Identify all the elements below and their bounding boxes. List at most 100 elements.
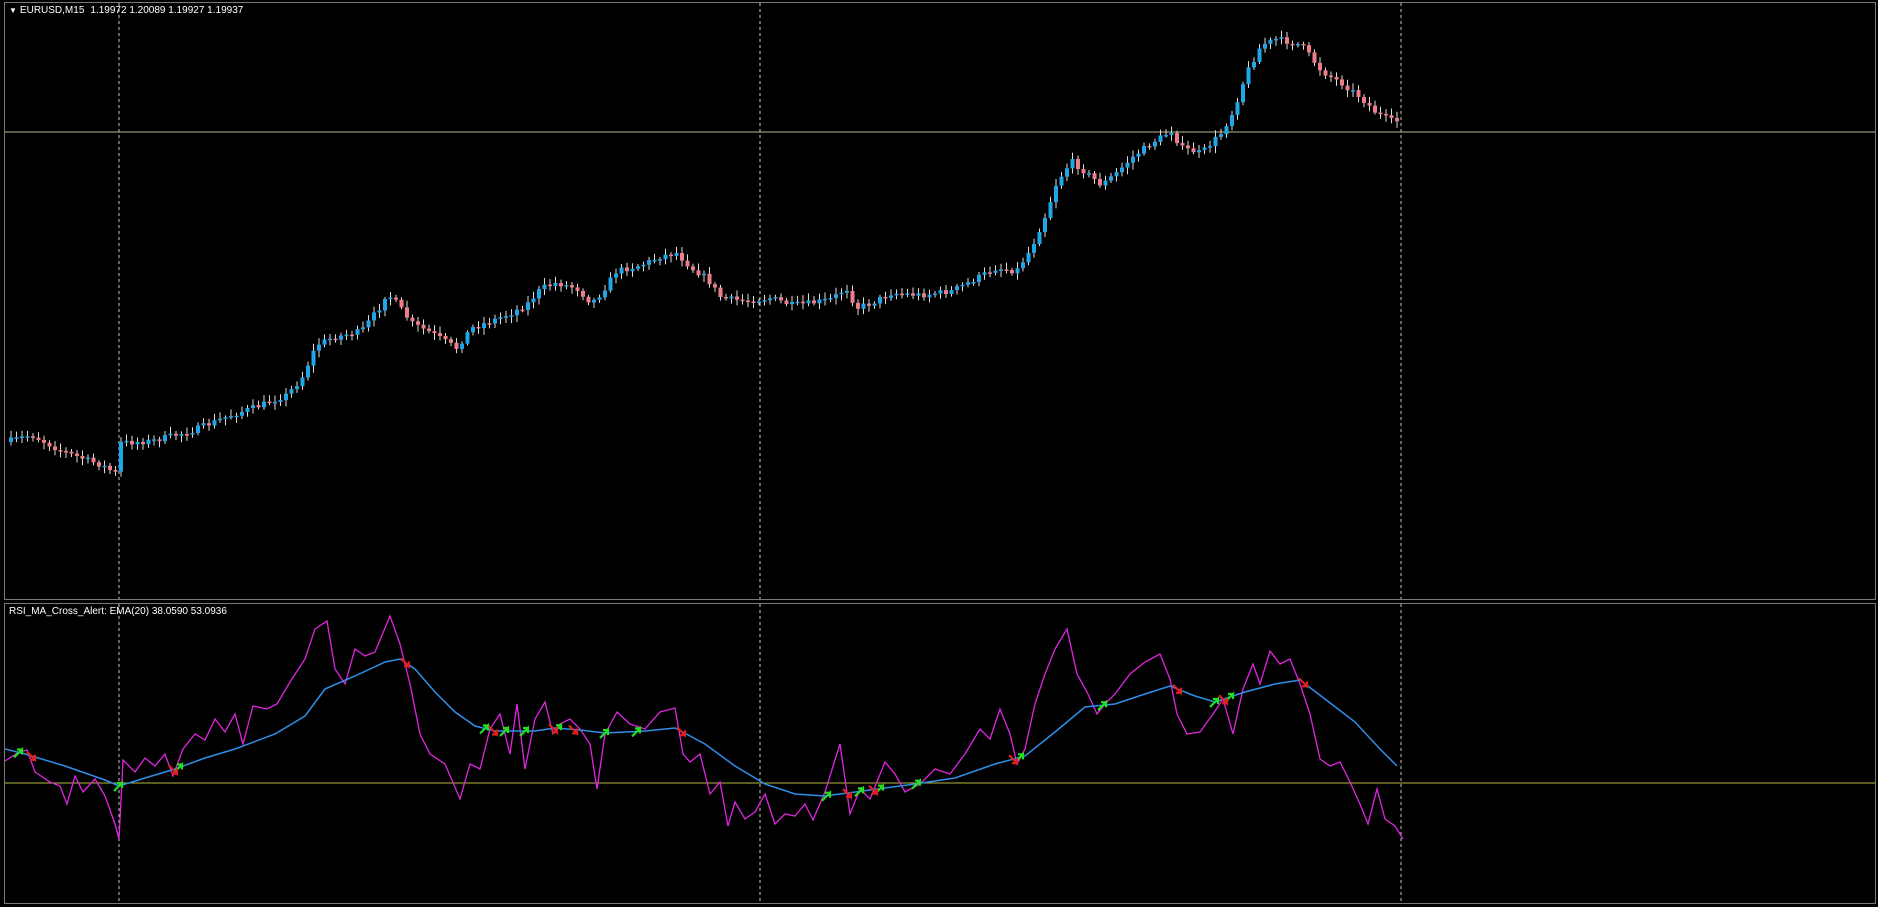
candle (575, 283, 580, 297)
candle (1224, 123, 1229, 138)
candle (1202, 144, 1207, 155)
candle (64, 447, 68, 458)
candle (658, 256, 662, 266)
candle (1323, 67, 1328, 79)
triangle-down-icon[interactable]: ▼ (9, 5, 17, 17)
candle-body (1164, 135, 1168, 137)
candle-body (559, 282, 563, 287)
candle-body (669, 254, 673, 257)
indicator-canvas[interactable] (5, 604, 1876, 904)
candle-body (1252, 61, 1256, 68)
chart-window[interactable]: ▼ EURUSD,M15 1.19972 1.20089 1.19927 1.199… (0, 0, 1878, 907)
candle (564, 281, 569, 290)
candle (377, 303, 382, 318)
candle-body (1285, 37, 1289, 44)
candle (1252, 57, 1256, 71)
candle (273, 395, 277, 410)
candle (1285, 31, 1289, 50)
candle-body (58, 450, 63, 452)
candle (42, 435, 46, 450)
candle (1076, 155, 1080, 175)
candle (1164, 129, 1168, 138)
candle (509, 309, 514, 324)
candle-body (960, 284, 965, 287)
candle-body (845, 290, 849, 293)
candle (713, 282, 717, 292)
candle (1021, 257, 1025, 272)
candle-body (1015, 268, 1020, 274)
candle (1070, 152, 1075, 174)
candle (702, 270, 706, 283)
candle (718, 284, 723, 301)
candle (1197, 144, 1201, 158)
candle (157, 436, 162, 448)
candle (867, 299, 871, 312)
candle (14, 431, 19, 443)
candle-body (1351, 90, 1355, 92)
candle-body (652, 259, 657, 262)
candle (146, 434, 151, 448)
candle (1235, 97, 1240, 120)
candle (487, 317, 492, 329)
candle (872, 301, 877, 309)
candle (223, 415, 228, 426)
candle (520, 305, 525, 313)
candle (894, 289, 899, 300)
candle-body (163, 435, 167, 442)
symbol-label: EURUSD,M15 (19, 5, 85, 16)
candle (1109, 172, 1113, 184)
candle (515, 305, 519, 323)
candle-body (218, 418, 222, 421)
candle (680, 247, 684, 267)
candle-body (465, 332, 470, 344)
candle (493, 314, 497, 328)
candle-body (339, 335, 343, 340)
candle-body (1224, 126, 1229, 135)
candle (779, 293, 783, 304)
candle (614, 268, 618, 284)
candle-body (520, 309, 525, 312)
candle (355, 325, 360, 340)
candle-body (625, 267, 629, 272)
candle-body (432, 331, 437, 334)
indicator-pane[interactable]: RSI_MA_Cross_Alert: EMA(20) 38.0590 53.0… (4, 603, 1876, 904)
candle-body (713, 284, 717, 288)
candle (993, 265, 998, 276)
candle-body (207, 423, 211, 426)
candle-body (1197, 150, 1201, 153)
candle-body (438, 333, 442, 337)
candle (592, 297, 596, 308)
candle-body (157, 439, 162, 442)
candle (685, 254, 690, 270)
candle (454, 337, 459, 354)
candle-body (1208, 146, 1212, 148)
candle-body (1070, 158, 1075, 169)
candle-body (691, 266, 695, 271)
price-chart-canvas[interactable] (5, 3, 1876, 600)
candle-body (729, 296, 734, 299)
candle-body (234, 415, 239, 418)
candle-body (1257, 48, 1262, 62)
candle-body (97, 462, 101, 467)
candle-body (487, 323, 492, 325)
candle-body (383, 298, 387, 311)
indicator-header: RSI_MA_Cross_Alert: EMA(20) 38.0590 53.0… (9, 606, 227, 618)
candle (850, 285, 855, 307)
candle (526, 295, 530, 316)
candle (570, 281, 574, 294)
candle-body (718, 287, 723, 298)
candle-body (256, 405, 261, 408)
candle (966, 277, 970, 288)
candle (828, 293, 833, 303)
candle-body (1186, 145, 1190, 149)
price-chart-pane[interactable]: ▼ EURUSD,M15 1.19972 1.20089 1.19927 1.199… (4, 2, 1876, 600)
candle (1191, 142, 1196, 155)
candle-body (1059, 176, 1064, 186)
candle-body (1043, 217, 1047, 233)
candle-body (1345, 85, 1350, 91)
candle-body (284, 393, 288, 401)
candle (636, 263, 640, 272)
candle-body (971, 282, 976, 284)
candle-body (1087, 173, 1091, 175)
candle-body (427, 328, 431, 332)
